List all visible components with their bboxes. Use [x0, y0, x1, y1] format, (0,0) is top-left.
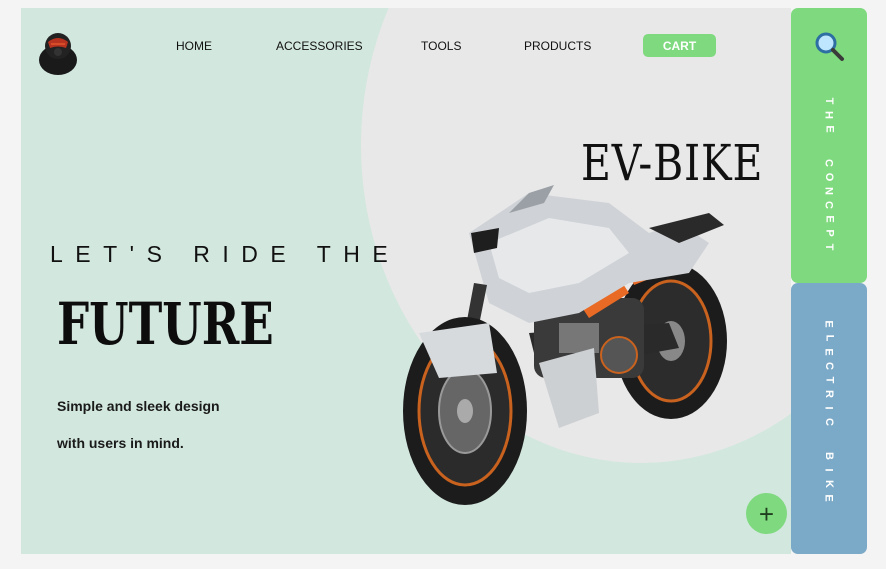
concept-label-letter: O	[823, 172, 835, 182]
concept-label-letter: E	[823, 215, 835, 223]
nav-home[interactable]: HOME	[176, 39, 212, 53]
search-icon[interactable]	[813, 30, 845, 62]
electric-bike-label-letter: I	[822, 468, 835, 472]
add-button[interactable]: +	[746, 493, 787, 534]
electric-bike-label-letter: E	[822, 348, 835, 356]
electric-bike-label-letter: C	[823, 362, 835, 370]
concept-label-letter: N	[822, 187, 835, 195]
electric-bike-label-letter: T	[823, 376, 835, 384]
concept-label-letter: C	[822, 201, 835, 209]
cart-button[interactable]: CART	[643, 34, 716, 57]
tagline-line-1: Simple and sleek design	[57, 398, 220, 414]
hero-panel: HOME ACCESSORIES TOOLS PRODUCTS CART EV-…	[21, 8, 791, 554]
electric-bike-label-letter: E	[822, 320, 835, 328]
hero-headline: FUTURE	[57, 290, 274, 358]
concept-label-letter: C	[822, 159, 835, 167]
electric-bike-label-letter: E	[822, 494, 835, 502]
electric-bike-label[interactable]: ELECTRICBIKE	[822, 317, 835, 505]
concept-panel[interactable]: THECONCEPT	[791, 8, 867, 283]
electric-bike-panel[interactable]: ELECTRICBIKE	[791, 283, 867, 554]
concept-label-letter: T	[822, 243, 835, 251]
tagline-line-2: with users in mind.	[57, 435, 184, 451]
rider-logo-icon[interactable]	[37, 28, 79, 76]
concept-label-letter: T	[822, 97, 835, 105]
electric-bike-label-letter: B	[823, 452, 835, 460]
electric-bike-label-letter: L	[823, 334, 835, 342]
concept-label[interactable]: THECONCEPT	[822, 94, 835, 254]
concept-label-letter: H	[822, 111, 835, 119]
concept-label-letter: E	[823, 125, 835, 133]
hero-kicker: LET'S RIDE THE	[50, 241, 401, 267]
electric-bike-label-letter: C	[823, 418, 835, 426]
nav-products[interactable]: PRODUCTS	[524, 39, 591, 53]
concept-label-letter: P	[823, 229, 835, 237]
motorcycle-image	[403, 185, 727, 505]
nav-accessories[interactable]: ACCESSORIES	[276, 39, 363, 53]
nav-tools[interactable]: TOOLS	[421, 39, 461, 53]
electric-bike-label-letter: I	[822, 406, 835, 410]
electric-bike-label-letter: R	[823, 390, 835, 398]
electric-bike-label-letter: K	[823, 480, 835, 488]
